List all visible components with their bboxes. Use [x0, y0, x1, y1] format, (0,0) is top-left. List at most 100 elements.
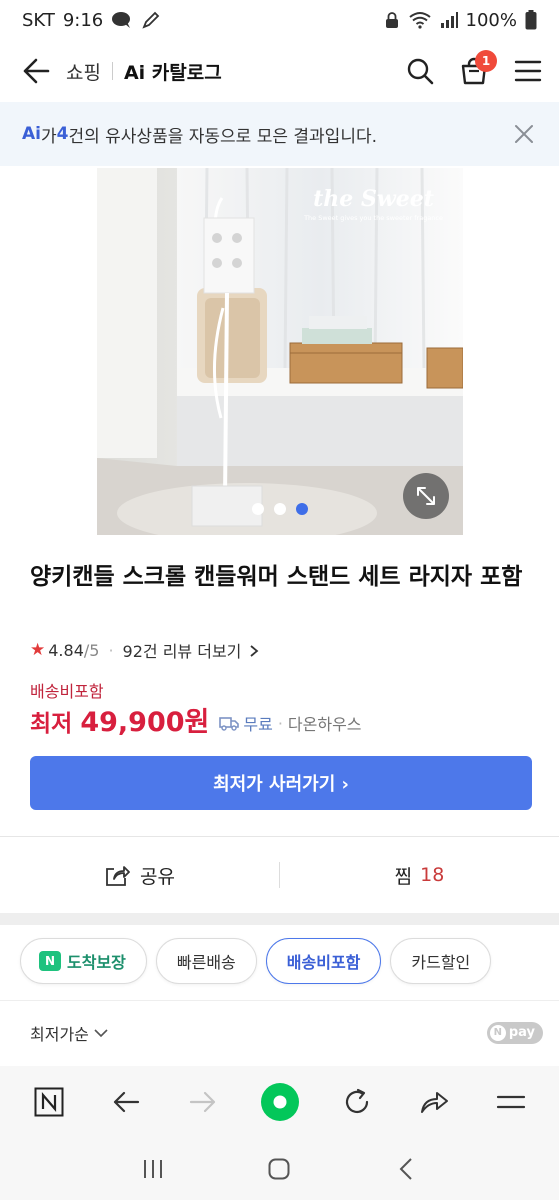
cart-button[interactable]: 1: [457, 50, 497, 88]
arrow-left-icon: [113, 1091, 139, 1113]
pen-notification-icon: [141, 10, 161, 30]
expand-image-button[interactable]: [403, 473, 449, 519]
filter-arrival-guarantee[interactable]: N 도착보장: [20, 938, 147, 984]
filter-card-discount[interactable]: 카드할인: [390, 938, 492, 984]
lowest-price-prefix: 최저: [30, 711, 73, 737]
green-dot-button[interactable]: [258, 1080, 302, 1124]
naver-home-button[interactable]: [27, 1080, 71, 1124]
status-right: 100%: [384, 10, 537, 31]
signal-icon: [440, 12, 458, 28]
close-icon: [515, 125, 533, 143]
zzim-button[interactable]: 찜 18: [280, 862, 559, 889]
header-actions: 1: [403, 50, 545, 88]
arrow-right-icon: [189, 1091, 215, 1113]
browser-forward-button[interactable]: [181, 1080, 225, 1124]
star-icon: ★: [30, 640, 46, 660]
page-title: Ai 카탈로그: [123, 61, 222, 84]
npay-filter-toggle[interactable]: N pay: [486, 1021, 543, 1044]
npay-logo-icon: N: [489, 1024, 506, 1041]
review-link[interactable]: 92건 리뷰 더보기: [123, 638, 259, 662]
filter-fast-delivery[interactable]: 빠른배송: [155, 938, 257, 984]
ai-logo: Ai: [22, 124, 41, 144]
filter-shipping-included[interactable]: 배송비포함: [265, 938, 382, 984]
brand-watermark: the Sweet The Sweet gives you the sweete…: [304, 186, 443, 222]
breadcrumb-shopping[interactable]: 쇼핑: [66, 58, 101, 85]
watermark-tagline: The Sweet gives you the sweeter fragance: [304, 214, 443, 222]
status-bar: SKT 9:16 100%: [0, 0, 559, 40]
browser-toolbar: [0, 1066, 559, 1138]
status-left: SKT 9:16: [22, 10, 161, 31]
share-button[interactable]: 공유: [0, 862, 279, 889]
filter-label: 도착보장: [67, 953, 126, 972]
hamburger-menu-icon: [496, 1095, 525, 1109]
sort-row: 최저가순 N pay: [0, 1000, 559, 1064]
buy-lowest-price-button[interactable]: 최저가 사러가기 ›: [30, 756, 532, 810]
wifi-icon: [408, 11, 432, 29]
menu-button[interactable]: [511, 54, 545, 88]
ai-notice-text: 건의 유사상품을 자동으로 모은 결과입니다.: [68, 126, 378, 147]
zzim-count: 18: [420, 864, 445, 886]
product-title: 양키캔들 스크롤 캔들워머 스탠드 세트 라지자 포함: [30, 564, 523, 590]
separator-dot: ·: [277, 713, 283, 733]
breadcrumb-divider: [111, 62, 113, 80]
filter-label: 카드할인: [411, 953, 471, 972]
arrow-left-icon: [23, 58, 50, 84]
review-link-label: 92건 리뷰 더보기: [122, 642, 242, 661]
similar-product-count: 4: [56, 124, 69, 144]
refresh-button[interactable]: [335, 1080, 379, 1124]
clock: 9:16: [62, 9, 104, 31]
product-image-carousel[interactable]: the Sweet The Sweet gives you the sweete…: [97, 168, 463, 535]
chevron-right-icon: [249, 645, 258, 657]
price-row: 최저 49,900원 무료 · 다온하우스: [30, 700, 362, 739]
rating-value: 4.84: [48, 640, 84, 660]
battery-label: 100%: [465, 9, 517, 31]
action-row: 공유 찜 18: [0, 837, 559, 913]
lowest-price: 49,900원: [80, 707, 210, 738]
home-icon: [268, 1158, 290, 1180]
carousel-dot-3[interactable]: [296, 503, 308, 515]
browser-share-button[interactable]: [412, 1080, 456, 1124]
section-separator: [0, 913, 559, 925]
delivery-info: 무료 · 다온하우스: [219, 711, 362, 735]
recent-apps-icon: [144, 1160, 163, 1178]
cart-count-badge: 1: [475, 50, 497, 72]
system-navigation-bar: [0, 1138, 559, 1200]
naver-n-icon: [34, 1087, 63, 1117]
green-dot-icon: [260, 1083, 299, 1121]
lock-icon: [384, 11, 400, 29]
ai-notice-banner: Ai 가 4 건의 유사상품을 자동으로 모은 결과입니다.: [0, 102, 559, 166]
rating-max: /5: [83, 640, 100, 660]
breadcrumb: 쇼핑 Ai 카탈로그: [66, 58, 222, 85]
truck-icon: [219, 715, 240, 731]
app-header: 쇼핑 Ai 카탈로그 1: [0, 40, 559, 102]
search-icon: [407, 58, 434, 85]
shipping-included-label: 배송비포함: [30, 682, 104, 701]
sort-dropdown[interactable]: 최저가순: [30, 1021, 109, 1045]
battery-icon: [525, 10, 537, 30]
filter-label: 빠른배송: [176, 953, 236, 972]
back-button[interactable]: [20, 55, 52, 87]
rating-row: ★ 4.84 /5 · 92건 리뷰 더보기: [30, 638, 259, 662]
recent-apps-button[interactable]: [133, 1149, 173, 1189]
ai-notice-prefix: 가: [40, 126, 57, 147]
sort-selected: 최저가순: [30, 1024, 89, 1044]
carousel-dot-1[interactable]: [252, 503, 264, 515]
home-button[interactable]: [259, 1149, 299, 1189]
expand-icon: [417, 487, 435, 505]
filter-label: 배송비포함: [286, 953, 361, 972]
refresh-icon: [345, 1088, 368, 1114]
browser-menu-button[interactable]: [489, 1080, 533, 1124]
carrier-label: SKT: [22, 9, 55, 31]
separator-dot: ·: [108, 640, 114, 660]
browser-back-button[interactable]: [104, 1080, 148, 1124]
search-button[interactable]: [403, 54, 437, 88]
seller-name[interactable]: 다온하우스: [288, 711, 362, 735]
naver-delivery-badge: N: [39, 951, 61, 971]
filter-chips: N 도착보장 빠른배송 배송비포함 카드할인: [20, 938, 492, 984]
carousel-dot-2[interactable]: [274, 503, 286, 515]
system-back-button[interactable]: [386, 1149, 426, 1189]
zzim-label: 찜: [394, 865, 413, 888]
chevron-down-icon: [93, 1028, 109, 1038]
npay-label: pay: [508, 1025, 535, 1040]
close-notice-button[interactable]: [511, 121, 537, 147]
